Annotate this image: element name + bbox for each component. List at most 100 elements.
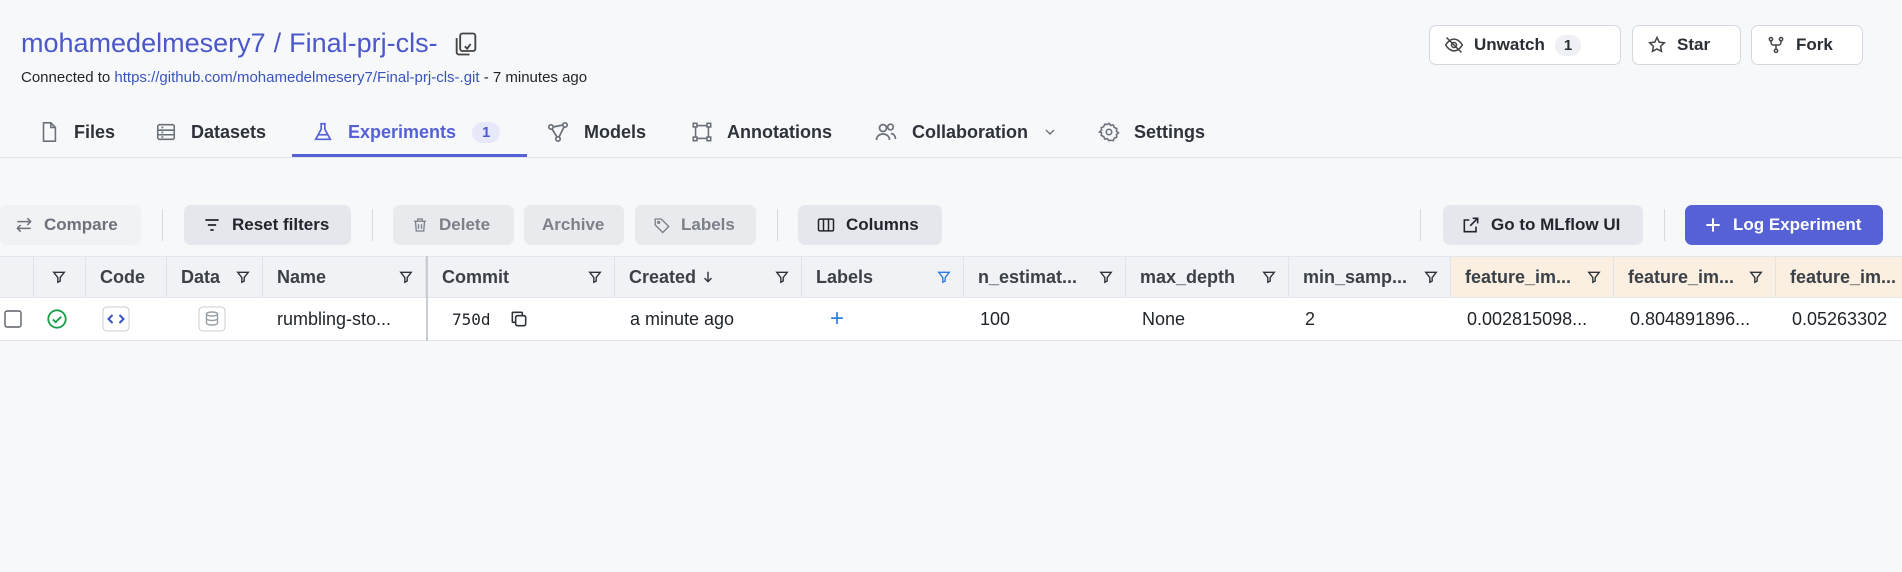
repo-separator: / [273, 28, 282, 58]
log-experiment-button[interactable]: Log Experiment [1685, 205, 1883, 245]
experiments-table: Code Data Name Commit Created Labels n_e… [0, 256, 1902, 341]
data-column-header[interactable]: Data [167, 257, 263, 297]
fork-icon [1766, 35, 1786, 55]
filter-lines-icon [202, 215, 222, 235]
labels-column-header[interactable]: Labels [802, 257, 964, 297]
mlflow-label: Go to MLflow UI [1491, 215, 1621, 234]
feature-importance-column-header[interactable]: feature_im... [1451, 257, 1614, 297]
columns-label: Columns [846, 215, 919, 234]
filter-icon[interactable] [1749, 270, 1763, 284]
feature-importance-value: 0.002815098... [1467, 308, 1588, 329]
experiment-name[interactable]: rumbling-sto... [263, 298, 426, 340]
name-column-header[interactable]: Name [263, 257, 426, 297]
sort-desc-icon [701, 269, 715, 285]
compare-button[interactable]: Compare [0, 205, 141, 245]
row-checkbox[interactable] [0, 298, 34, 340]
tab-models[interactable]: Models [546, 114, 646, 150]
filter-icon[interactable] [236, 270, 250, 284]
filter-icon[interactable] [1424, 270, 1438, 284]
tab-label: Models [584, 121, 647, 142]
flask-icon [312, 121, 334, 143]
table-header: Code Data Name Commit Created Labels n_e… [0, 256, 1902, 298]
n-estimators-column-header[interactable]: n_estimat... [964, 257, 1126, 297]
copy-icon[interactable] [509, 309, 529, 329]
go-to-mlflow-button[interactable]: Go to MLflow UI [1443, 205, 1643, 245]
reset-filters-label: Reset filters [232, 215, 330, 234]
filter-icon[interactable] [775, 270, 789, 284]
column-label: feature_im... [1790, 266, 1897, 287]
dataset-icon[interactable] [167, 298, 263, 340]
tab-label: Files [74, 121, 116, 142]
tab-collaboration[interactable]: Collaboration [874, 114, 1058, 150]
tab-label: Collaboration [912, 121, 1028, 142]
repo-name-link[interactable]: Final-prj-cls- [289, 28, 438, 59]
filter-icon[interactable] [1262, 270, 1276, 284]
star-icon [1647, 35, 1667, 55]
unwatch-label: Unwatch [1474, 35, 1545, 54]
filter-icon[interactable] [1587, 270, 1601, 284]
feature-importance-column-header[interactable]: feature_im... [1776, 257, 1902, 297]
min-samples-column-header[interactable]: min_samp... [1289, 257, 1451, 297]
columns-button[interactable]: Columns [798, 205, 942, 245]
labels-label: Labels [681, 215, 735, 234]
filter-icon[interactable] [399, 270, 413, 284]
code-column-header[interactable]: Code [86, 257, 167, 297]
fork-button[interactable]: Fork [1751, 25, 1863, 65]
commit-cell: 750d [428, 298, 615, 340]
min-samples-value: 2 [1305, 308, 1316, 329]
feature-importance-value: 0.05263302 [1792, 308, 1888, 329]
compare-arrows-icon [14, 215, 34, 235]
tab-experiments[interactable]: Experiments 1 [312, 114, 501, 150]
connected-prefix: Connected to [21, 69, 111, 86]
column-label: max_depth [1140, 266, 1236, 287]
max-depth-column-header[interactable]: max_depth [1126, 257, 1289, 297]
repo-owner-link[interactable]: mohamedelmesery7 [21, 28, 266, 59]
created-column-header[interactable]: Created [615, 257, 802, 297]
filter-icon[interactable] [52, 270, 66, 284]
tab-datasets[interactable]: Datasets [155, 114, 266, 150]
reset-filters-button[interactable]: Reset filters [184, 205, 351, 245]
created-time: a minute ago [630, 308, 735, 329]
commit-column-header[interactable]: Commit [428, 257, 615, 297]
column-label: min_samp... [1303, 266, 1408, 287]
archive-label: Archive [542, 215, 605, 234]
labels-button[interactable]: Labels [635, 205, 756, 245]
tab-label: Experiments [348, 121, 457, 142]
eye-off-icon [1444, 35, 1464, 55]
code-link-icon[interactable] [86, 298, 167, 340]
archive-button[interactable]: Archive [524, 205, 624, 245]
dataset-icon [155, 121, 177, 143]
toolbar-divider [1420, 209, 1421, 241]
tab-label: Annotations [727, 121, 832, 142]
select-column-header [0, 257, 34, 297]
tab-files[interactable]: Files [38, 114, 115, 150]
delete-button[interactable]: Delete [393, 205, 514, 245]
commit-hash[interactable]: 750d [452, 310, 491, 329]
fork-label: Fork [1796, 35, 1833, 54]
log-experiment-label: Log Experiment [1733, 215, 1862, 234]
tabs-divider [0, 157, 1902, 158]
tab-settings[interactable]: Settings [1098, 114, 1205, 150]
copy-repo-icon[interactable] [452, 30, 480, 58]
filter-icon[interactable] [1099, 270, 1113, 284]
column-label: Data [181, 266, 221, 287]
toolbar-divider [1664, 209, 1665, 241]
tab-annotations[interactable]: Annotations [691, 114, 832, 150]
table-row[interactable]: rumbling-sto... 750d a minute ago + 100 … [0, 298, 1902, 341]
repo-title: mohamedelmesery7 / Final-prj-cls- [21, 28, 480, 59]
feature-importance-column-header[interactable]: feature_im... [1614, 257, 1776, 297]
tag-icon [653, 216, 671, 234]
add-label-button[interactable]: + [802, 298, 964, 340]
star-button[interactable]: Star [1632, 25, 1741, 65]
tab-label: Datasets [191, 121, 267, 142]
filter-icon[interactable] [588, 270, 602, 284]
users-icon [874, 120, 898, 144]
filter-active-icon[interactable] [937, 270, 951, 284]
feature-importance-value: 0.804891896... [1630, 308, 1751, 329]
connected-url-link[interactable]: https://github.com/mohamedelmesery7/Fina… [114, 69, 479, 86]
trash-icon [411, 216, 429, 234]
star-label: Star [1677, 35, 1711, 54]
status-column-header [34, 257, 86, 297]
max-depth-value: None [1142, 308, 1186, 329]
unwatch-button[interactable]: Unwatch 1 [1429, 25, 1621, 65]
